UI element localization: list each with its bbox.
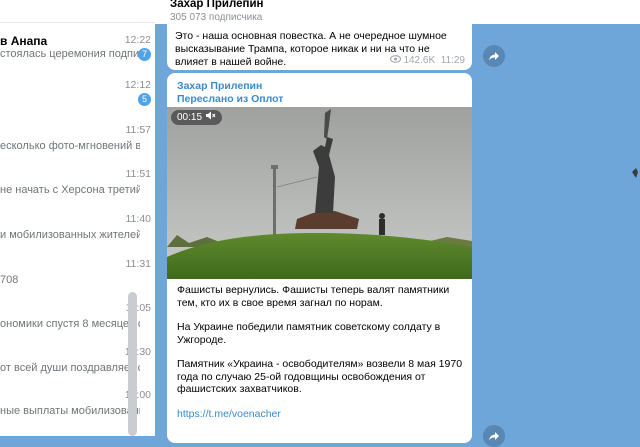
chat-list-item[interactable]: в Анапа стоялась церемония подпис... 12:… bbox=[0, 32, 155, 77]
partial-media-edge bbox=[622, 160, 640, 190]
chat-time: 12:12 bbox=[124, 79, 151, 91]
forwarded-from[interactable]: Переслано из Оплот bbox=[177, 93, 283, 105]
message-paragraph: Памятник «Украина - освободителям» возве… bbox=[177, 358, 463, 395]
chat-time: 11:57 bbox=[125, 124, 152, 136]
chat-list-item[interactable]: есколько фото-мгновений вчер... 11:57 bbox=[0, 122, 155, 167]
views-count: 142.6K bbox=[403, 55, 436, 66]
chat-time: 11:31 bbox=[125, 258, 152, 270]
message-author[interactable]: Захар Прилепин bbox=[177, 80, 262, 92]
chat-list-divider bbox=[0, 22, 155, 23]
chat-snippet: и мобилизованных жителей Кра... bbox=[0, 229, 140, 241]
video-duration: 00:15 bbox=[177, 112, 203, 123]
chat-area: Захар Прилепин 305 073 подписчика Это - … bbox=[155, 0, 640, 447]
forwarded-message-bubble: Захар Прилепин Переслано из Оплот 00:15 … bbox=[167, 73, 472, 443]
chat-snippet: не начать с Херсона третий д... bbox=[0, 184, 140, 196]
chat-title: в Анапа bbox=[0, 34, 48, 48]
channel-title: Захар Прилепин bbox=[170, 0, 264, 10]
chat-list-scrollbar[interactable] bbox=[128, 292, 137, 436]
volume-icon[interactable] bbox=[205, 111, 216, 123]
message-text: Фашисты вернулись. Фашисты теперь валят … bbox=[177, 284, 467, 420]
chat-list-item[interactable]: не начать с Херсона третий д... 11:51 bbox=[0, 166, 155, 211]
video-player[interactable]: 00:15 bbox=[167, 107, 472, 279]
chat-time: 11:51 bbox=[125, 168, 152, 180]
message-bubble: Это - наша основная повестка. А не очере… bbox=[167, 24, 472, 70]
chat-snippet: стоялась церемония подпис... bbox=[0, 48, 140, 60]
share-button[interactable] bbox=[483, 45, 505, 67]
video-duration-badge[interactable]: 00:15 bbox=[171, 110, 222, 125]
message-meta: 142.6K 11:29 bbox=[389, 55, 465, 66]
unread-badge: 5 bbox=[138, 93, 151, 106]
video-frame bbox=[167, 107, 472, 279]
message-paragraph: Фашисты вернулись. Фашисты теперь валят … bbox=[177, 284, 450, 309]
message-link[interactable]: https://t.me/voenacher bbox=[177, 408, 467, 421]
chat-list: в Анапа стоялась церемония подпис... 12:… bbox=[0, 0, 155, 436]
unread-badge: 7 bbox=[138, 48, 151, 61]
chat-snippet: 708 bbox=[0, 274, 19, 286]
chat-snippet: есколько фото-мгновений вчер... bbox=[0, 140, 140, 152]
chat-time: 12:22 bbox=[124, 34, 151, 46]
subscriber-count: 305 073 подписчика bbox=[170, 12, 263, 23]
views-icon bbox=[389, 55, 404, 66]
chat-snippet: ные выплаты мобилизованным ... bbox=[0, 405, 140, 417]
message-paragraph: На Украине победили памятник советскому … bbox=[177, 321, 441, 346]
chat-time: 11:40 bbox=[125, 213, 152, 225]
chat-header[interactable]: Захар Прилепин 305 073 подписчика bbox=[155, 0, 640, 24]
chat-snippet: ономики спустя 8 месяцев с на... bbox=[0, 318, 140, 330]
chat-list-item[interactable]: и мобилизованных жителей Кра... 11:40 bbox=[0, 211, 155, 256]
share-button[interactable] bbox=[483, 425, 505, 447]
chat-list-item[interactable]: 12:12 5 bbox=[0, 77, 155, 122]
message-time: 11:29 bbox=[440, 55, 465, 66]
chat-snippet: от всей души поздравляет с пр... bbox=[0, 362, 140, 374]
